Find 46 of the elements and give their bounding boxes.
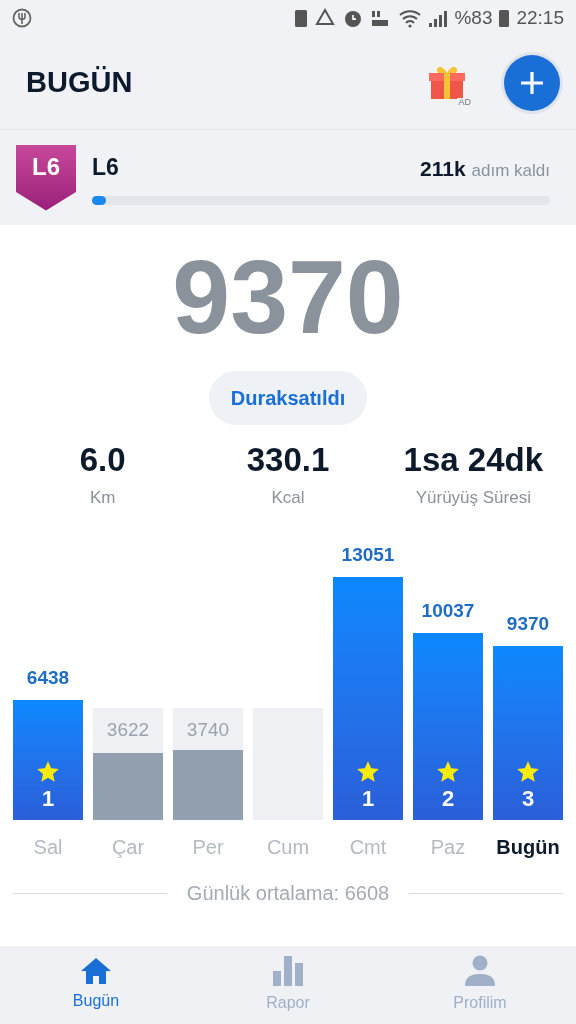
stat-value: 6.0 [79,440,126,480]
step-total: 9370 [172,245,404,349]
plus-icon [519,69,545,96]
stat-value: 330.1 [246,440,330,480]
paused-button[interactable]: Duraksatıldı [208,371,368,425]
step-count: 3740 [186,718,230,742]
level-badge: L6 [16,144,76,211]
battery-icon [498,8,511,28]
day-label: Per [192,835,224,860]
day-label: Sal [33,835,63,860]
level-name: L6 [92,152,119,182]
day-label: Cum [266,835,310,860]
remaining-label: adım kaldı [471,159,550,182]
stat-label: Km [89,486,116,509]
day-label: Paz [430,835,466,860]
add-button[interactable] [504,54,560,111]
person-icon [464,955,496,987]
step-count: 9370 [506,611,550,636]
fork-icon [12,8,32,28]
page-title: BUGÜN [26,64,133,100]
daily-average: Günlük ortalama: 6608 [186,881,390,906]
wifi-icon [398,8,423,28]
day-label: Bugün [496,835,560,860]
step-count: 3622 [106,718,150,742]
remaining-steps: 211k [420,152,466,185]
star-count: 2 [441,784,455,812]
day-label: Cmt [349,835,387,860]
nav-tab[interactable]: Bugün [0,946,192,1024]
home-icon [80,957,112,985]
day-label: Çar [111,835,145,860]
star-count: 1 [361,784,375,812]
star-count: 3 [521,784,535,812]
bar-chart-icon [272,955,304,987]
clock: 22:15 [516,5,564,30]
step-count: 10037 [421,598,475,623]
battery-percent: %83 [454,5,493,30]
step-count: 6438 [26,665,70,690]
stat-value: 1sa 24dk [403,440,544,480]
signal-icon [428,8,449,28]
ad-label: AD [457,97,472,107]
stat-label: Yürüyüş Süresi [415,486,531,509]
day-bar-fill [173,750,243,820]
stat-label: Kcal [271,486,305,509]
star-count: 1 [41,784,55,812]
day-bar-fill [93,753,163,820]
step-count: 13051 [341,542,395,567]
